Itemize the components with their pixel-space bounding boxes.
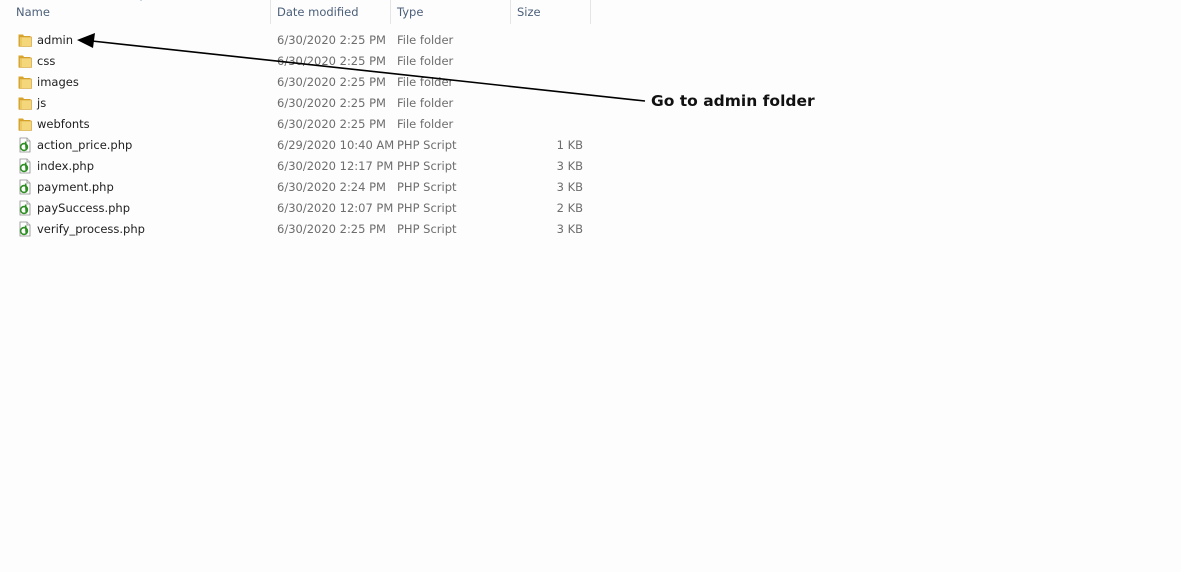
file-name: action_price.php bbox=[37, 138, 133, 152]
file-name: webfonts bbox=[37, 117, 90, 131]
file-size: 3 KB bbox=[556, 180, 583, 194]
file-name: verify_process.php bbox=[37, 222, 145, 236]
file-type: File folder bbox=[397, 54, 454, 68]
file-type: PHP Script bbox=[397, 201, 457, 215]
folder-icon bbox=[17, 32, 33, 48]
annotation-label: Go to admin folder bbox=[651, 92, 815, 110]
file-name: payment.php bbox=[37, 180, 114, 194]
file-size bbox=[511, 72, 583, 93]
list-item[interactable]: css 6/30/2020 2:25 PM File folder bbox=[0, 51, 592, 72]
php-file-icon bbox=[17, 179, 33, 195]
file-date-modified: 6/30/2020 2:24 PM bbox=[277, 180, 386, 194]
list-item[interactable]: js 6/30/2020 2:25 PM File folder bbox=[0, 93, 592, 114]
folder-icon bbox=[17, 53, 33, 69]
php-file-icon bbox=[17, 158, 33, 174]
list-item[interactable]: verify_process.php 6/30/2020 2:25 PM PHP S… bbox=[0, 219, 592, 240]
php-file-icon bbox=[17, 221, 33, 237]
file-date-modified: 6/30/2020 2:25 PM bbox=[277, 222, 386, 236]
list-item[interactable]: action_price.php 6/29/2020 10:40 AM PHP Sc… bbox=[0, 135, 592, 156]
list-item[interactable]: images 6/30/2020 2:25 PM File folder bbox=[0, 72, 592, 93]
file-type: File folder bbox=[397, 117, 454, 131]
file-name: admin bbox=[37, 33, 74, 47]
file-type: File folder bbox=[397, 33, 454, 47]
column-header-type[interactable]: Type bbox=[391, 0, 511, 24]
file-size: 3 KB bbox=[556, 159, 583, 173]
column-header-size[interactable]: Size bbox=[511, 0, 591, 24]
file-type: PHP Script bbox=[397, 159, 457, 173]
file-date-modified: 6/30/2020 12:17 PM bbox=[277, 159, 394, 173]
list-item[interactable]: payment.php 6/30/2020 2:24 PM PHP Script 3 … bbox=[0, 177, 592, 198]
folder-icon bbox=[17, 74, 33, 90]
file-size: 1 KB bbox=[556, 138, 583, 152]
file-name: images bbox=[37, 75, 79, 89]
file-size bbox=[511, 93, 583, 114]
php-file-icon bbox=[17, 200, 33, 216]
column-header-name[interactable]: Name bbox=[10, 0, 271, 24]
file-type: File folder bbox=[397, 75, 454, 89]
list-item[interactable]: paySuccess.php 6/30/2020 12:07 PM PHP Scri… bbox=[0, 198, 592, 219]
folder-icon bbox=[17, 95, 33, 111]
file-date-modified: 6/30/2020 2:25 PM bbox=[277, 96, 386, 110]
list-item[interactable]: webfonts 6/30/2020 2:25 PM File folder bbox=[0, 114, 592, 135]
list-item[interactable]: admin 6/30/2020 2:25 PM File folder bbox=[0, 30, 592, 51]
file-explorer: Name Date modified Type Size admin 6/30/2… bbox=[0, 0, 1181, 572]
file-list: admin 6/30/2020 2:25 PM File folder css 6/30… bbox=[0, 30, 592, 240]
file-name: css bbox=[37, 54, 56, 68]
file-date-modified: 6/30/2020 2:25 PM bbox=[277, 54, 386, 68]
file-type: PHP Script bbox=[397, 138, 457, 152]
file-size bbox=[511, 51, 583, 72]
folder-icon bbox=[17, 116, 33, 132]
file-size: 2 KB bbox=[556, 201, 583, 215]
php-file-icon bbox=[17, 137, 33, 153]
file-size bbox=[511, 114, 583, 135]
file-type: PHP Script bbox=[397, 180, 457, 194]
file-date-modified: 6/30/2020 12:07 PM bbox=[277, 201, 394, 215]
list-item[interactable]: index.php 6/30/2020 12:17 PM PHP Script 3 K… bbox=[0, 156, 592, 177]
file-date-modified: 6/30/2020 2:25 PM bbox=[277, 117, 386, 131]
file-name: paySuccess.php bbox=[37, 201, 130, 215]
file-date-modified: 6/30/2020 2:25 PM bbox=[277, 75, 386, 89]
file-size: 3 KB bbox=[556, 222, 583, 236]
file-type: PHP Script bbox=[397, 222, 457, 236]
file-name: js bbox=[37, 96, 47, 110]
file-size bbox=[511, 30, 583, 51]
column-header-date-modified[interactable]: Date modified bbox=[271, 0, 391, 24]
file-date-modified: 6/29/2020 10:40 AM bbox=[277, 138, 395, 152]
column-header-bar: Name Date modified Type Size bbox=[0, 0, 592, 24]
file-type: File folder bbox=[397, 96, 454, 110]
file-date-modified: 6/30/2020 2:25 PM bbox=[277, 33, 386, 47]
file-name: index.php bbox=[37, 159, 95, 173]
